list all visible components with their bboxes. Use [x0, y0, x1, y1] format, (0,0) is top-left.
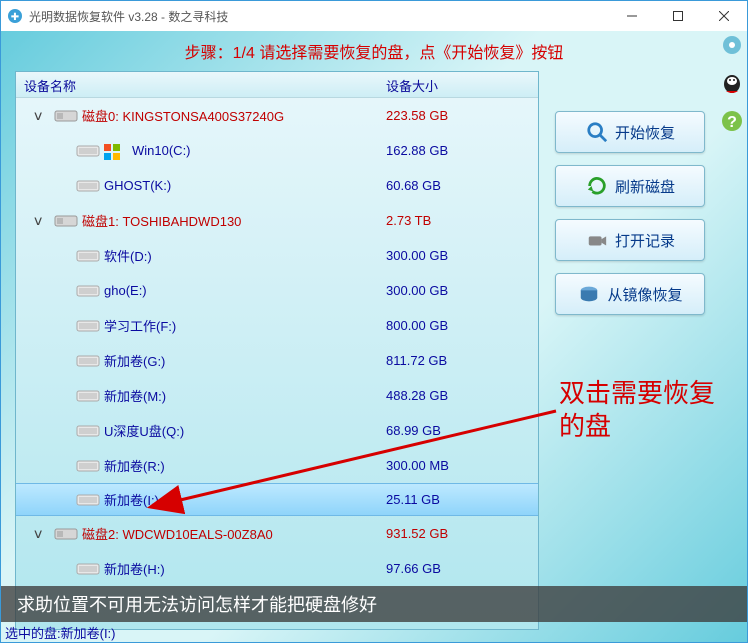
row-size: 60.68 GB — [378, 178, 538, 193]
col-size[interactable]: 设备大小 — [378, 72, 538, 97]
row-label: 新加卷(G:) — [104, 351, 165, 370]
disk-row[interactable]: ⅴ 磁盘2: WDCWD10EALS-00Z8A0 931.52 GB — [16, 516, 538, 551]
from-image-button[interactable]: 从镜像恢复 — [555, 273, 705, 315]
row-label: 新加卷(M:) — [104, 386, 166, 405]
row-size: 223.58 GB — [378, 108, 538, 123]
settings-icon[interactable] — [718, 31, 746, 59]
row-label: 新加卷(R:) — [104, 456, 165, 475]
partition-icon — [76, 179, 98, 193]
table-header: 设备名称 设备大小 — [16, 72, 538, 98]
camera-icon — [585, 228, 609, 252]
device-panel: 设备名称 设备大小 ⅴ 磁盘0: KINGSTONSA400S37240G 223.… — [15, 71, 539, 630]
button-label: 开始恢复 — [615, 122, 675, 143]
partition-icon — [76, 562, 98, 576]
disk-icon — [577, 282, 601, 306]
partition-icon — [76, 249, 98, 263]
partition-icon — [76, 144, 98, 158]
titlebar: ✚ 光明数据恢复软件 v3.28 - 数之寻科技 — [1, 1, 747, 31]
row-label: 软件(D:) — [104, 246, 152, 265]
volume-row[interactable]: gho(E:) 300.00 GB — [16, 273, 538, 308]
row-label: 学习工作(F:) — [104, 316, 176, 335]
minimize-button[interactable] — [609, 1, 655, 31]
chevron-down-icon[interactable]: ⅴ — [34, 525, 48, 542]
row-size: 25.11 GB — [378, 492, 538, 507]
col-name[interactable]: 设备名称 — [16, 72, 378, 97]
window-title: 光明数据恢复软件 v3.28 - 数之寻科技 — [29, 8, 609, 25]
row-label: GHOST(K:) — [104, 178, 171, 193]
volume-row[interactable]: 软件(D:) 300.00 GB — [16, 238, 538, 273]
partition-icon — [76, 493, 98, 507]
caption-bar: 求助位置不可用无法访问怎样才能把硬盘修好 — [1, 586, 747, 622]
volume-row[interactable]: 新加卷(H:) 97.66 GB — [16, 551, 538, 586]
refresh-icon — [585, 174, 609, 198]
partition-icon — [76, 424, 98, 438]
row-label: 磁盘2: WDCWD10EALS-00Z8A0 — [82, 524, 273, 543]
row-size: 162.88 GB — [378, 143, 538, 158]
row-size: 300.00 GB — [378, 248, 538, 263]
volume-row[interactable]: U深度U盘(Q:) 68.99 GB — [16, 413, 538, 448]
row-label: 新加卷(H:) — [104, 559, 165, 578]
status-bar: 选中的盘:新加卷(I:) — [1, 622, 747, 642]
row-size: 97.66 GB — [378, 561, 538, 576]
row-label: 磁盘0: KINGSTONSA400S37240G — [82, 106, 284, 125]
search-icon — [585, 120, 609, 144]
button-label: 打开记录 — [615, 230, 675, 251]
chevron-down-icon[interactable]: ⅴ — [34, 107, 48, 124]
volume-row[interactable]: GHOST(K:) 60.68 GB — [16, 168, 538, 203]
row-size: 931.52 GB — [378, 526, 538, 541]
volume-row[interactable]: 新加卷(R:) 300.00 MB — [16, 448, 538, 483]
disk-row[interactable]: ⅴ 磁盘0: KINGSTONSA400S37240G 223.58 GB — [16, 98, 538, 133]
row-label: 新加卷(I:) — [104, 490, 159, 509]
volume-row[interactable]: 学习工作(F:) 800.00 GB — [16, 308, 538, 343]
svg-text:✚: ✚ — [11, 12, 19, 23]
row-size: 300.00 MB — [378, 458, 538, 473]
button-label: 刷新磁盘 — [615, 176, 675, 197]
row-size: 2.73 TB — [378, 213, 538, 228]
maximize-button[interactable] — [655, 1, 701, 31]
windows-logo-icon — [104, 144, 126, 158]
side-toolbar: ? — [717, 31, 747, 135]
hdd-icon — [54, 109, 76, 123]
row-size: 68.99 GB — [378, 423, 538, 438]
row-size: 300.00 GB — [378, 283, 538, 298]
row-size: 488.28 GB — [378, 388, 538, 403]
partition-icon — [76, 284, 98, 298]
help-icon[interactable]: ? — [718, 107, 746, 135]
hdd-icon — [54, 527, 76, 541]
volume-row[interactable]: Win10(C:) 162.88 GB — [16, 133, 538, 168]
volume-row[interactable]: 新加卷(M:) 488.28 GB — [16, 378, 538, 413]
svg-text:?: ? — [727, 114, 737, 131]
row-size: 811.72 GB — [378, 353, 538, 368]
partition-icon — [76, 459, 98, 473]
open-log-button[interactable]: 打开记录 — [555, 219, 705, 261]
app-icon: ✚ — [7, 8, 23, 24]
row-size: 800.00 GB — [378, 318, 538, 333]
close-button[interactable] — [701, 1, 747, 31]
partition-icon — [76, 319, 98, 333]
start-recover-button[interactable]: 开始恢复 — [555, 111, 705, 153]
device-tree[interactable]: ⅴ 磁盘0: KINGSTONSA400S37240G 223.58 GB Win10… — [16, 98, 538, 629]
row-label: U深度U盘(Q:) — [104, 421, 184, 440]
disk-row[interactable]: ⅴ 磁盘1: TOSHIBAHDWD130 2.73 TB — [16, 203, 538, 238]
row-label: 磁盘1: TOSHIBAHDWD130 — [82, 211, 241, 230]
refresh-disk-button[interactable]: 刷新磁盘 — [555, 165, 705, 207]
step-hint: 步骤：1/4 请选择需要恢复的盘，点《开始恢复》按钮 — [1, 31, 747, 69]
partition-icon — [76, 389, 98, 403]
row-label: Win10(C:) — [132, 143, 191, 158]
hdd-icon — [54, 214, 76, 228]
button-label: 从镜像恢复 — [607, 284, 682, 305]
qq-icon[interactable] — [718, 69, 746, 97]
chevron-down-icon[interactable]: ⅴ — [34, 212, 48, 229]
annotation-text: 双击需要恢复的盘 — [559, 377, 739, 442]
volume-row[interactable]: 新加卷(I:) 25.11 GB — [16, 483, 538, 516]
partition-icon — [76, 354, 98, 368]
volume-row[interactable]: 新加卷(G:) 811.72 GB — [16, 343, 538, 378]
row-label: gho(E:) — [104, 283, 147, 298]
